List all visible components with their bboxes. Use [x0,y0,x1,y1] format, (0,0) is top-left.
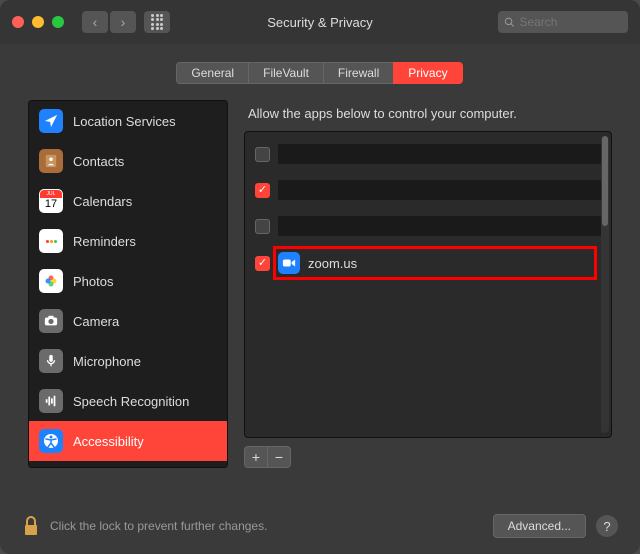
sidebar-item-label: Photos [73,274,113,289]
accessibility-icon [39,429,63,453]
window-controls [12,16,64,28]
sidebar-item-speech-recognition[interactable]: Speech Recognition [29,381,227,421]
sidebar-item-contacts[interactable]: Contacts [29,141,227,181]
tab-firewall[interactable]: Firewall [323,62,394,84]
calendars-icon: JUL17 [39,189,63,213]
privacy-category-sidebar[interactable]: Location Services Contacts JUL17 Calendars R… [28,100,228,468]
search-field[interactable] [498,11,628,33]
photos-icon [39,269,63,293]
app-checkbox[interactable] [255,147,270,162]
right-pane: Allow the apps below to control your com… [244,100,612,468]
app-row[interactable] [245,136,611,172]
sidebar-item-label: Camera [73,314,119,329]
sidebar-item-photos[interactable]: Photos [29,261,227,301]
redacted-app [278,144,601,164]
speech-recognition-icon [39,389,63,413]
tab-filevault[interactable]: FileVault [248,62,324,84]
app-checkbox[interactable] [255,219,270,234]
show-all-button[interactable] [144,11,170,33]
scrollbar[interactable] [601,136,609,433]
search-input[interactable] [519,15,622,29]
sidebar-item-label: Location Services [73,114,176,129]
sidebar-item-camera[interactable]: Camera [29,301,227,341]
app-checkbox[interactable]: ✓ [255,256,270,271]
search-icon [504,16,514,28]
preferences-window: ‹ › Security & Privacy GeneralFileVaultF… [0,0,640,554]
remove-app-button[interactable]: − [267,446,291,468]
zoom-icon [278,252,300,274]
advanced-button[interactable]: Advanced... [493,514,586,538]
sidebar-item-calendars[interactable]: JUL17 Calendars [29,181,227,221]
app-name-label: zoom.us [308,256,357,271]
app-list[interactable]: ✓ ✓ zoom.us [244,131,612,438]
pane-description: Allow the apps below to control your com… [244,100,612,131]
help-button[interactable]: ? [596,515,618,537]
sidebar-item-label: Speech Recognition [73,394,189,409]
nav-buttons: ‹ › [82,11,136,33]
app-checkbox[interactable]: ✓ [255,183,270,198]
redacted-app [278,180,601,200]
footer: Click the lock to prevent further change… [0,498,640,554]
window-title: Security & Privacy [267,15,372,30]
content-area: Location Services Contacts JUL17 Calendars R… [28,100,612,468]
sidebar-item-label: Reminders [73,234,136,249]
contacts-icon [39,149,63,173]
add-app-button[interactable]: + [244,446,268,468]
tab-privacy[interactable]: Privacy [393,62,462,84]
microphone-icon [39,349,63,373]
tab-bar: GeneralFileVaultFirewallPrivacy [0,62,640,84]
app-row[interactable] [245,208,611,244]
location-services-icon [39,109,63,133]
close-window-button[interactable] [12,16,24,28]
sidebar-item-location-services[interactable]: Location Services [29,101,227,141]
redacted-app [278,216,601,236]
sidebar-item-label: Contacts [73,154,124,169]
list-edit-buttons: + − [244,446,612,468]
lock-hint-text: Click the lock to prevent further change… [50,519,493,533]
sidebar-item-label: Microphone [73,354,141,369]
sidebar-item-microphone[interactable]: Microphone [29,341,227,381]
sidebar-item-reminders[interactable]: Reminders [29,221,227,261]
titlebar: ‹ › Security & Privacy [0,0,640,44]
sidebar-item-label: Accessibility [73,434,144,449]
forward-button[interactable]: › [110,11,136,33]
app-row[interactable]: ✓ zoom.us [245,244,611,282]
camera-icon [39,309,63,333]
back-button[interactable]: ‹ [82,11,108,33]
reminders-icon [39,229,63,253]
app-row[interactable]: ✓ [245,172,611,208]
tab-general[interactable]: General [176,62,249,84]
lock-icon[interactable] [22,515,40,537]
sidebar-item-label: Calendars [73,194,132,209]
minimize-window-button[interactable] [32,16,44,28]
zoom-window-button[interactable] [52,16,64,28]
grid-icon [151,14,163,31]
sidebar-item-accessibility[interactable]: Accessibility [29,421,227,461]
scroll-thumb[interactable] [602,136,608,226]
